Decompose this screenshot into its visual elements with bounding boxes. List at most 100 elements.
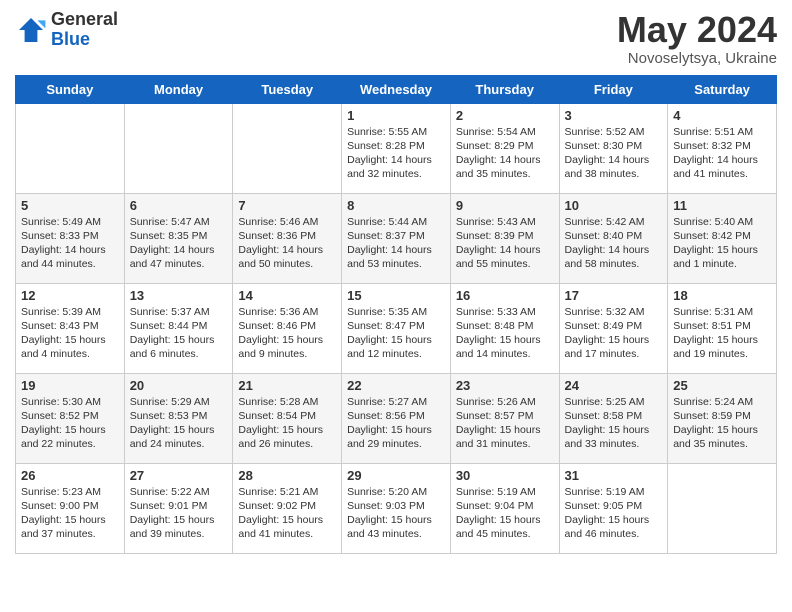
- calendar-cell: 8Sunrise: 5:44 AM Sunset: 8:37 PM Daylig…: [342, 193, 451, 283]
- day-info: Sunrise: 5:51 AM Sunset: 8:32 PM Dayligh…: [673, 125, 771, 182]
- calendar-cell: [124, 103, 233, 193]
- calendar-title: May 2024: [617, 10, 777, 50]
- calendar-cell: 16 Sunrise: 5:33 AM Sunset: 8:48 PM Dayli…: [450, 283, 559, 373]
- calendar-week-2: 5 Sunrise: 5:49 AM Sunset: 8:33 PM Daylig…: [16, 193, 777, 283]
- day-number: 9: [456, 198, 554, 213]
- calendar-cell: [16, 103, 125, 193]
- day-info: Sunrise: 5:26 AM Sunset: 8:57 PM Dayligh…: [456, 395, 554, 452]
- calendar-cell: 21 Sunrise: 5:28 AM Sunset: 8:54 PM Dayli…: [233, 373, 342, 463]
- day-info: Sunrise: 5:30 AM Sunset: 8:52 PM Dayligh…: [21, 395, 119, 452]
- day-info: Sunrise: 5:55 AM Sunset: 8:28 PM Dayligh…: [347, 125, 445, 182]
- day-info: Sunrise: 5:32 AM Sunset: 8:49 PM Dayligh…: [565, 305, 663, 362]
- calendar-cell: 25 Sunrise: 5:24 AM Sunset: 8:59 PM Dayli…: [668, 373, 777, 463]
- day-info: Sunrise: 5:36 AM Sunset: 8:46 PM Dayligh…: [238, 305, 336, 362]
- day-number: 5: [21, 198, 119, 213]
- calendar-cell: [233, 103, 342, 193]
- day-info: Sunrise: 5:22 AM Sunset: 9:01 PM Dayligh…: [130, 485, 228, 542]
- day-info: Sunrise: 5:42 AM Sunset: 8:40 PM Dayligh…: [565, 215, 663, 272]
- day-info: Sunrise: 5:43 AM Sunset: 8:39 PM Dayligh…: [456, 215, 554, 272]
- logo-text: General Blue: [51, 10, 118, 50]
- day-info: Sunrise: 5:39 AM Sunset: 8:43 PM Dayligh…: [21, 305, 119, 362]
- col-wednesday: Wednesday: [342, 75, 451, 103]
- day-number: 20: [130, 378, 228, 393]
- calendar-cell: 29 Sunrise: 5:20 AM Sunset: 9:03 PM Dayli…: [342, 463, 451, 553]
- day-number: 24: [565, 378, 663, 393]
- calendar-cell: 24 Sunrise: 5:25 AM Sunset: 8:58 PM Dayli…: [559, 373, 668, 463]
- calendar-cell: 15Sunrise: 5:35 AM Sunset: 8:47 PM Dayli…: [342, 283, 451, 373]
- day-info: Sunrise: 5:21 AM Sunset: 9:02 PM Dayligh…: [238, 485, 336, 542]
- calendar-cell: 20Sunrise: 5:29 AM Sunset: 8:53 PM Dayli…: [124, 373, 233, 463]
- col-monday: Monday: [124, 75, 233, 103]
- calendar-body: 1Sunrise: 5:55 AM Sunset: 8:28 PM Daylig…: [16, 103, 777, 553]
- calendar-location: Novoselytsya, Ukraine: [617, 50, 777, 67]
- day-info: Sunrise: 5:49 AM Sunset: 8:33 PM Dayligh…: [21, 215, 119, 272]
- day-number: 22: [347, 378, 445, 393]
- calendar-cell: 30 Sunrise: 5:19 AM Sunset: 9:04 PM Dayli…: [450, 463, 559, 553]
- day-info: Sunrise: 5:23 AM Sunset: 9:00 PM Dayligh…: [21, 485, 119, 542]
- day-info: Sunrise: 5:28 AM Sunset: 8:54 PM Dayligh…: [238, 395, 336, 452]
- day-info: Sunrise: 5:37 AM Sunset: 8:44 PM Dayligh…: [130, 305, 228, 362]
- day-info: Sunrise: 5:40 AM Sunset: 8:42 PM Dayligh…: [673, 215, 771, 272]
- day-info: Sunrise: 5:19 AM Sunset: 9:04 PM Dayligh…: [456, 485, 554, 542]
- calendar-cell: 6 Sunrise: 5:47 AM Sunset: 8:35 PM Daylig…: [124, 193, 233, 283]
- calendar-cell: 26 Sunrise: 5:23 AM Sunset: 9:00 PM Dayli…: [16, 463, 125, 553]
- day-number: 14: [238, 288, 336, 303]
- day-number: 13: [130, 288, 228, 303]
- calendar-cell: 1Sunrise: 5:55 AM Sunset: 8:28 PM Daylig…: [342, 103, 451, 193]
- day-info: Sunrise: 5:52 AM Sunset: 8:30 PM Dayligh…: [565, 125, 663, 182]
- day-info: Sunrise: 5:19 AM Sunset: 9:05 PM Dayligh…: [565, 485, 663, 542]
- col-thursday: Thursday: [450, 75, 559, 103]
- calendar-cell: 11Sunrise: 5:40 AM Sunset: 8:42 PM Dayli…: [668, 193, 777, 283]
- calendar-cell: 28Sunrise: 5:21 AM Sunset: 9:02 PM Dayli…: [233, 463, 342, 553]
- day-number: 29: [347, 468, 445, 483]
- day-number: 2: [456, 108, 554, 123]
- day-info: Sunrise: 5:46 AM Sunset: 8:36 PM Dayligh…: [238, 215, 336, 272]
- day-number: 27: [130, 468, 228, 483]
- calendar-cell: 19 Sunrise: 5:30 AM Sunset: 8:52 PM Dayli…: [16, 373, 125, 463]
- calendar-header: Sunday Monday Tuesday Wednesday Thursday…: [16, 75, 777, 103]
- calendar-week-5: 26 Sunrise: 5:23 AM Sunset: 9:00 PM Dayli…: [16, 463, 777, 553]
- day-info: Sunrise: 5:20 AM Sunset: 9:03 PM Dayligh…: [347, 485, 445, 542]
- col-tuesday: Tuesday: [233, 75, 342, 103]
- day-number: 25: [673, 378, 771, 393]
- calendar-cell: 22Sunrise: 5:27 AM Sunset: 8:56 PM Dayli…: [342, 373, 451, 463]
- day-info: Sunrise: 5:33 AM Sunset: 8:48 PM Dayligh…: [456, 305, 554, 362]
- logo-general-text: General: [51, 10, 118, 30]
- day-info: Sunrise: 5:54 AM Sunset: 8:29 PM Dayligh…: [456, 125, 554, 182]
- calendar-cell: 18Sunrise: 5:31 AM Sunset: 8:51 PM Dayli…: [668, 283, 777, 373]
- calendar-cell: 23 Sunrise: 5:26 AM Sunset: 8:57 PM Dayli…: [450, 373, 559, 463]
- day-number: 19: [21, 378, 119, 393]
- calendar-cell: 13 Sunrise: 5:37 AM Sunset: 8:44 PM Dayli…: [124, 283, 233, 373]
- day-info: Sunrise: 5:24 AM Sunset: 8:59 PM Dayligh…: [673, 395, 771, 452]
- day-number: 16: [456, 288, 554, 303]
- calendar-table: Sunday Monday Tuesday Wednesday Thursday…: [15, 75, 777, 554]
- day-number: 3: [565, 108, 663, 123]
- calendar-cell: 10 Sunrise: 5:42 AM Sunset: 8:40 PM Dayli…: [559, 193, 668, 283]
- calendar-cell: 14 Sunrise: 5:36 AM Sunset: 8:46 PM Dayli…: [233, 283, 342, 373]
- day-number: 10: [565, 198, 663, 213]
- day-number: 23: [456, 378, 554, 393]
- calendar-cell: 12Sunrise: 5:39 AM Sunset: 8:43 PM Dayli…: [16, 283, 125, 373]
- header: General Blue May 2024 Novoselytsya, Ukra…: [15, 10, 777, 67]
- day-number: 21: [238, 378, 336, 393]
- calendar-cell: 4Sunrise: 5:51 AM Sunset: 8:32 PM Daylig…: [668, 103, 777, 193]
- calendar-cell: 31 Sunrise: 5:19 AM Sunset: 9:05 PM Dayli…: [559, 463, 668, 553]
- calendar-cell: 2 Sunrise: 5:54 AM Sunset: 8:29 PM Daylig…: [450, 103, 559, 193]
- logo: General Blue: [15, 10, 118, 50]
- col-saturday: Saturday: [668, 75, 777, 103]
- day-number: 6: [130, 198, 228, 213]
- day-number: 31: [565, 468, 663, 483]
- day-info: Sunrise: 5:31 AM Sunset: 8:51 PM Dayligh…: [673, 305, 771, 362]
- calendar-cell: 17Sunrise: 5:32 AM Sunset: 8:49 PM Dayli…: [559, 283, 668, 373]
- calendar-cell: 3 Sunrise: 5:52 AM Sunset: 8:30 PM Daylig…: [559, 103, 668, 193]
- day-number: 30: [456, 468, 554, 483]
- day-info: Sunrise: 5:47 AM Sunset: 8:35 PM Dayligh…: [130, 215, 228, 272]
- day-info: Sunrise: 5:25 AM Sunset: 8:58 PM Dayligh…: [565, 395, 663, 452]
- day-info: Sunrise: 5:44 AM Sunset: 8:37 PM Dayligh…: [347, 215, 445, 272]
- logo-icon: [15, 14, 47, 46]
- day-info: Sunrise: 5:35 AM Sunset: 8:47 PM Dayligh…: [347, 305, 445, 362]
- calendar-page: General Blue May 2024 Novoselytsya, Ukra…: [0, 0, 792, 569]
- calendar-cell: 5 Sunrise: 5:49 AM Sunset: 8:33 PM Daylig…: [16, 193, 125, 283]
- calendar-week-4: 19 Sunrise: 5:30 AM Sunset: 8:52 PM Dayli…: [16, 373, 777, 463]
- day-number: 26: [21, 468, 119, 483]
